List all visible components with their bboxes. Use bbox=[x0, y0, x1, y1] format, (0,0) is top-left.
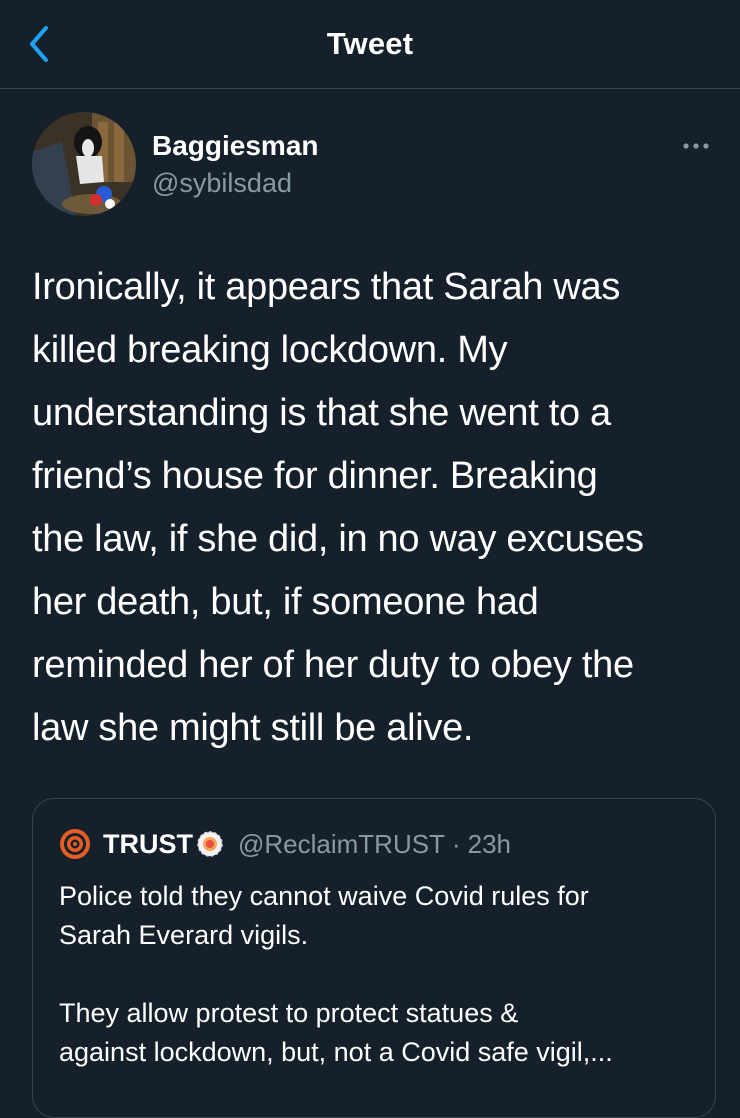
quoted-display-name: TRUST bbox=[103, 828, 193, 859]
author-handle[interactable]: @sybilsdad bbox=[152, 168, 292, 199]
quoted-tweet-header: TRUST @ReclaimTRUST · 23h bbox=[59, 827, 511, 861]
page-title: Tweet bbox=[326, 26, 414, 61]
more-horizontal-icon bbox=[676, 134, 716, 158]
quoted-timestamp: 23h bbox=[467, 828, 512, 859]
avatar[interactable] bbox=[32, 112, 136, 216]
emoji-badge-icon bbox=[196, 830, 224, 858]
top-bar: Tweet bbox=[0, 0, 740, 89]
more-options-button[interactable] bbox=[676, 134, 716, 158]
author-display-name[interactable]: Baggiesman bbox=[152, 130, 319, 162]
tweet-text: Ironically, it appears that Sarah was ki… bbox=[32, 266, 644, 749]
quoted-tweet-text: Police told they cannot waive Covid rule… bbox=[59, 881, 613, 1067]
separator-dot: · bbox=[451, 828, 461, 859]
quoted-handle: @ReclaimTRUST bbox=[238, 828, 445, 859]
quoted-avatar bbox=[59, 828, 91, 860]
quoted-tweet-card[interactable]: TRUST @ReclaimTRUST · 23h Police told th… bbox=[32, 798, 716, 1118]
